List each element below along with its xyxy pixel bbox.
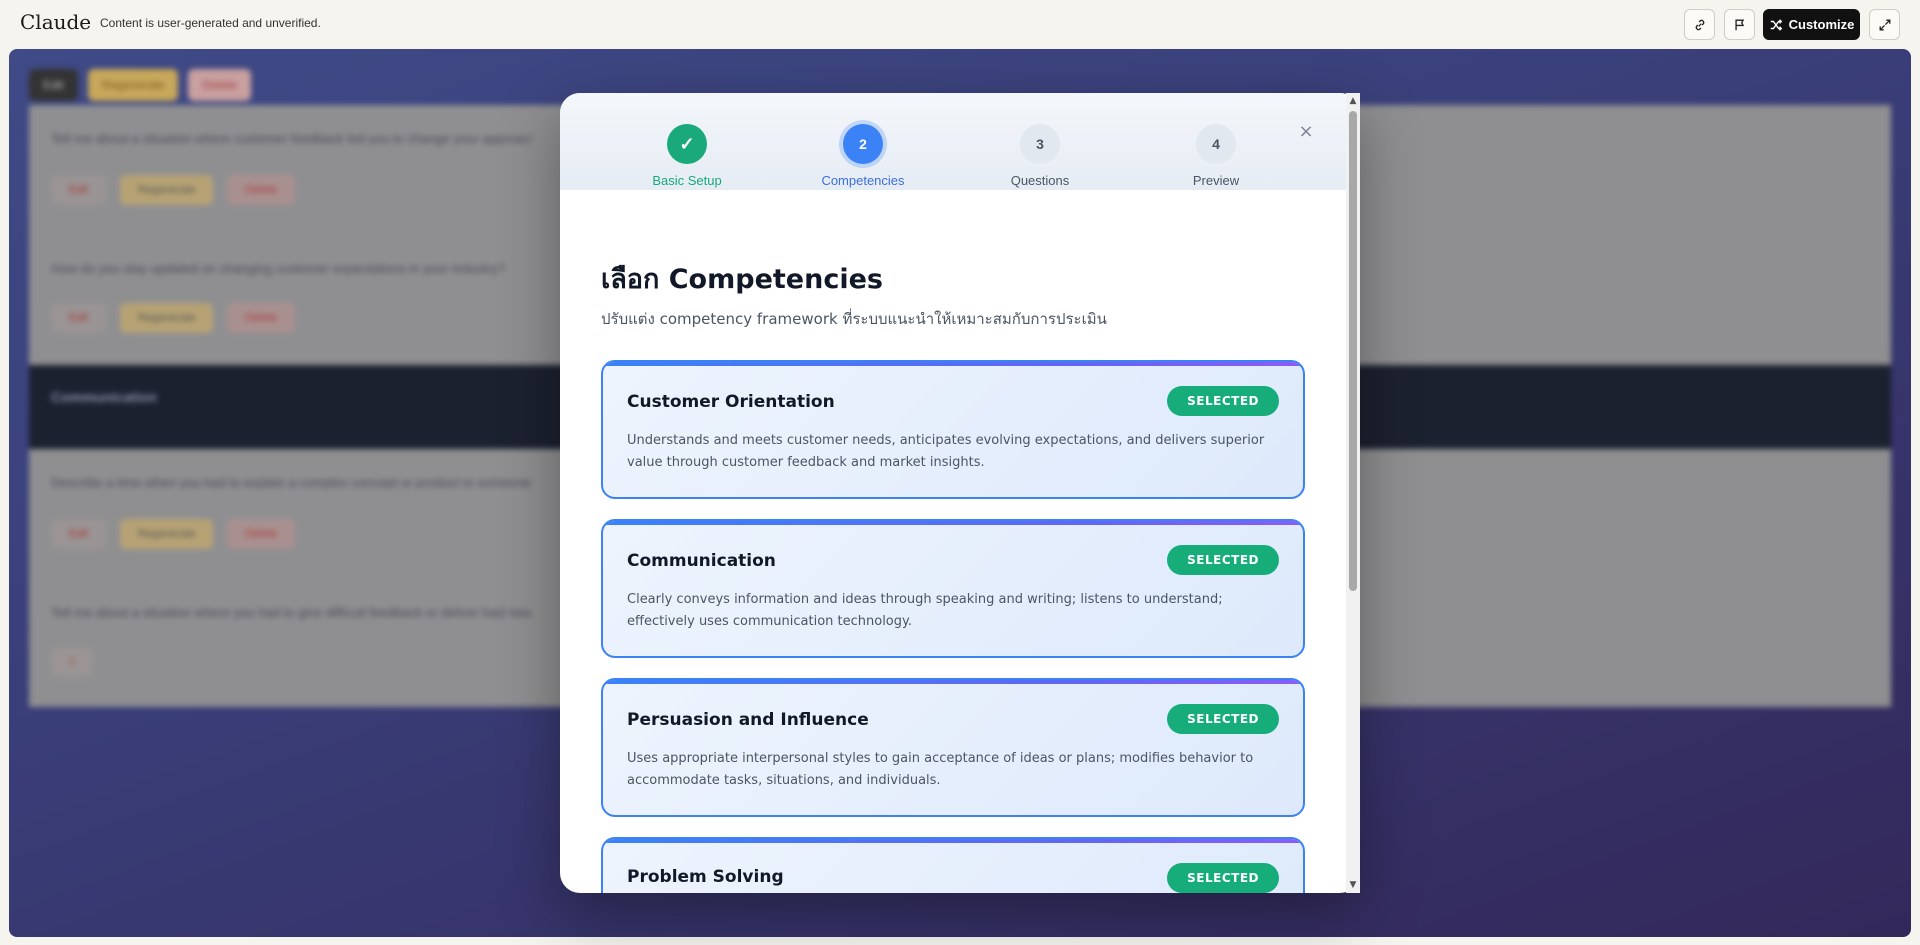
scroll-up-icon[interactable]: ▲ [1346,95,1360,107]
bg-button-row: Edit Regenerate Delete [51,175,296,205]
bg-edit-button: Edit [51,303,106,333]
bg-delete-tab: Delete [188,69,252,101]
selected-badge[interactable]: SELECTED [1167,863,1279,893]
bg-delete-button: Delete [227,303,296,333]
bg-regenerate-button: Regenerate [119,175,214,205]
step-label: Preview [1192,173,1240,188]
competency-card-problem-solving[interactable]: Problem Solving SELECTED [601,837,1305,893]
selected-badge[interactable]: SELECTED [1167,704,1279,734]
expand-icon [1879,19,1890,30]
stepper: ✓ Basic Setup 2 Competencies 3 Questions… [560,93,1346,190]
brand-logo: Claude [20,10,92,34]
close-icon[interactable]: × [1295,120,1317,142]
bg-regenerate-button: Regenerate [119,519,214,549]
bg-section-title: Communication [51,389,157,405]
bg-add-button: + [51,647,94,677]
bg-delete-button: Delete [227,519,296,549]
step-number: 3 [1020,124,1060,164]
customize-label: Customize [1788,17,1855,32]
bg-edit-tab: Edit [29,69,78,101]
top-bar: Claude Content is user-generated and unv… [0,0,1920,48]
modal-scrollbar[interactable]: ▲ ▼ [1346,93,1360,893]
bg-button-row: Edit Regenerate Delete [51,519,296,549]
bg-button-row: + [51,647,94,677]
flag-icon [1734,19,1744,30]
background-toolbar: Edit Regenerate Delete [29,69,252,101]
report-button[interactable] [1724,9,1755,40]
step-competencies[interactable]: 2 Competencies [793,124,933,188]
page-title: เลือก Competencies [601,264,883,295]
content-notice: Content is user-generated and unverified… [100,16,321,30]
modal-body: เลือก Competencies ปรับแต่ง competency f… [560,190,1346,893]
shuffle-icon [1770,18,1782,31]
bg-question: How do you stay updated on changing cust… [51,261,505,276]
step-preview[interactable]: 4 Preview [1146,124,1286,188]
step-questions[interactable]: 3 Questions [970,124,1110,188]
bg-question: Tell me about a situation where customer… [51,131,531,146]
step-number: 2 [843,124,883,164]
competency-modal: ✓ Basic Setup 2 Competencies 3 Questions… [560,93,1360,893]
competency-name: Problem Solving [627,867,784,887]
competency-description: Uses appropriate interpersonal styles to… [627,751,1254,788]
bg-delete-button: Delete [227,175,296,205]
competency-description: Clearly conveys information and ideas th… [627,592,1223,629]
bg-button-row: Edit Regenerate Delete [51,303,296,333]
competency-name: Communication [627,551,776,571]
competency-name: Persuasion and Influence [627,710,869,730]
bg-edit-button: Edit [51,519,106,549]
step-label: Competencies [821,173,905,188]
competency-card-communication[interactable]: Communication SELECTED Clearly conveys i… [601,519,1305,658]
link-icon [1695,19,1704,30]
customize-button[interactable]: Customize [1763,9,1860,40]
bg-edit-button: Edit [51,175,106,205]
competency-description: Understands and meets customer needs, an… [627,433,1265,470]
scroll-down-icon[interactable]: ▼ [1346,879,1360,891]
bg-question: Describe a time when you had to explain … [51,475,531,490]
step-label: Basic Setup [652,173,722,188]
expand-button[interactable] [1869,9,1900,40]
selected-badge[interactable]: SELECTED [1167,386,1279,416]
step-number: 4 [1196,124,1236,164]
page-subtitle: ปรับแต่ง competency framework ที่ระบบแนะ… [601,310,1107,328]
bg-regenerate-tab: Regenerate [87,69,179,101]
competency-card-persuasion-influence[interactable]: Persuasion and Influence SELECTED Uses a… [601,678,1305,817]
step-basic-setup[interactable]: ✓ Basic Setup [617,124,757,188]
competency-card-customer-orientation[interactable]: Customer Orientation SELECTED Understand… [601,360,1305,499]
step-label: Questions [1010,173,1070,188]
bg-question: Tell me about a situation where you had … [51,605,531,620]
scroll-thumb[interactable] [1349,111,1357,591]
bg-regenerate-button: Regenerate [119,303,214,333]
selected-badge[interactable]: SELECTED [1167,545,1279,575]
check-icon: ✓ [667,124,707,164]
copy-link-button[interactable] [1684,9,1715,40]
competency-name: Customer Orientation [627,392,835,412]
